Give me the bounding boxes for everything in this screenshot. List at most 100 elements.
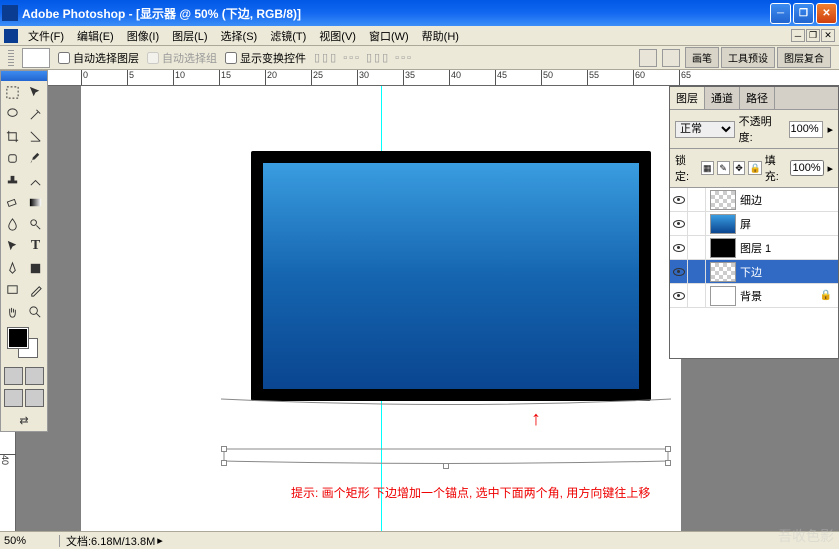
layer-thumb [710, 190, 736, 210]
visibility-toggle[interactable] [670, 284, 688, 307]
opacity-input[interactable] [789, 121, 823, 138]
link-cell[interactable] [688, 212, 706, 235]
eyedropper-tool[interactable] [24, 279, 47, 301]
doc-size[interactable]: 文档:6.18M/13.8M [60, 533, 155, 549]
imageready-button[interactable]: ⇄ [1, 409, 47, 431]
link-cell[interactable] [688, 188, 706, 211]
dodge-tool[interactable] [24, 213, 47, 235]
menu-window[interactable]: 窗口(W) [363, 26, 415, 46]
layer-thumb [710, 286, 736, 306]
move-tool[interactable] [24, 81, 47, 103]
marquee-tool[interactable] [1, 81, 24, 103]
hand-tool[interactable] [1, 301, 24, 323]
opacity-arrow[interactable]: ▸ [827, 123, 833, 136]
doc-close[interactable]: ✕ [821, 29, 835, 42]
toolbox-header[interactable] [1, 71, 47, 81]
brush-tool[interactable] [24, 147, 47, 169]
slice-tool[interactable] [24, 125, 47, 147]
visibility-toggle[interactable] [670, 212, 688, 235]
anchor-bm[interactable] [443, 463, 449, 469]
menu-layer[interactable]: 图层(L) [166, 26, 213, 46]
layer-row[interactable]: 图层 1 [670, 236, 838, 260]
canvas[interactable]: ↑ 提示: 画个矩形 下边增加一个锚点, 选中下面两个角, 用方向键往上移 [81, 86, 681, 531]
arrow-up-icon: ↑ [531, 408, 541, 431]
healing-tool[interactable] [1, 147, 24, 169]
visibility-toggle[interactable] [670, 236, 688, 259]
blend-mode-select[interactable]: 正常 [675, 121, 735, 138]
titlebar: Adobe Photoshop - [显示器 @ 50% (下边, RGB/8)… [0, 0, 839, 26]
zoom-tool[interactable] [24, 301, 47, 323]
link-cell[interactable] [688, 260, 706, 283]
color-swatches[interactable] [3, 325, 45, 363]
wand-tool[interactable] [24, 103, 47, 125]
tool-preset-picker[interactable] [22, 48, 50, 68]
lock-move-icon[interactable]: ✥ [733, 161, 746, 175]
fill-arrow[interactable]: ▸ [827, 162, 833, 175]
layer-row[interactable]: 下边 [670, 260, 838, 284]
stamp-tool[interactable] [1, 169, 24, 191]
maximize-button[interactable]: ❐ [793, 3, 814, 24]
pen-tool[interactable] [1, 257, 24, 279]
tab-layers[interactable]: 图层 [670, 87, 705, 109]
layer-row[interactable]: 背景🔒 [670, 284, 838, 308]
menu-edit[interactable]: 编辑(E) [71, 26, 120, 46]
doc-restore[interactable]: ❐ [806, 29, 820, 42]
blur-tool[interactable] [1, 213, 24, 235]
menu-select[interactable]: 选择(S) [215, 26, 264, 46]
anchor-tl[interactable] [221, 446, 227, 452]
visibility-toggle[interactable] [670, 188, 688, 211]
foreground-color[interactable] [8, 328, 28, 348]
layer-row[interactable]: 屏 [670, 212, 838, 236]
crop-tool[interactable] [1, 125, 24, 147]
path-select-tool[interactable] [1, 235, 24, 257]
tab-paths[interactable]: 路径 [740, 87, 775, 109]
menu-image[interactable]: 图像(I) [121, 26, 165, 46]
rectangle-path[interactable] [221, 446, 671, 466]
ruler-horizontal[interactable]: 05101520253035404550556065 [16, 70, 839, 86]
show-transform-label: 显示变换控件 [240, 50, 306, 66]
palette-well-button[interactable] [662, 49, 680, 67]
tab-tool-presets[interactable]: 工具预设 [721, 47, 775, 68]
auto-select-layer-checkbox[interactable]: 自动选择图层 [58, 50, 139, 66]
lock-all-icon[interactable]: 🔒 [748, 161, 761, 175]
visibility-toggle[interactable] [670, 260, 688, 283]
menu-filter[interactable]: 滤镜(T) [264, 26, 312, 46]
lock-trans-icon[interactable]: ▦ [701, 161, 714, 175]
anchor-tr[interactable] [665, 446, 671, 452]
anchor-bl[interactable] [221, 460, 227, 466]
lasso-tool[interactable] [1, 103, 24, 125]
fill-input[interactable] [790, 160, 824, 176]
quickmask-mode[interactable] [25, 367, 44, 385]
shape-tool[interactable] [24, 257, 47, 279]
window-title: Adobe Photoshop - [显示器 @ 50% (下边, RGB/8)… [22, 5, 770, 22]
link-cell[interactable] [688, 236, 706, 259]
link-cell[interactable] [688, 284, 706, 307]
close-button[interactable]: ✕ [816, 3, 837, 24]
notes-tool[interactable] [1, 279, 24, 301]
history-brush-tool[interactable] [24, 169, 47, 191]
tab-channels[interactable]: 通道 [705, 87, 740, 109]
auto-select-group-checkbox[interactable]: 自动选择组 [147, 50, 217, 66]
tab-brushes[interactable]: 画笔 [685, 47, 719, 68]
layer-thumb [710, 238, 736, 258]
eraser-tool[interactable] [1, 191, 24, 213]
type-tool[interactable]: T [24, 235, 47, 257]
lock-paint-icon[interactable]: ✎ [717, 161, 730, 175]
gradient-tool[interactable] [24, 191, 47, 213]
screen-mode-1[interactable] [4, 389, 23, 407]
menu-help[interactable]: 帮助(H) [416, 26, 465, 46]
doc-size-arrow[interactable]: ▸ [157, 534, 163, 547]
doc-minimize[interactable]: ─ [791, 29, 805, 42]
menu-view[interactable]: 视图(V) [313, 26, 362, 46]
layer-thumb [710, 262, 736, 282]
zoom-level[interactable]: 50% [0, 535, 60, 547]
minimize-button[interactable]: ─ [770, 3, 791, 24]
show-transform-checkbox[interactable]: 显示变换控件 [225, 50, 306, 66]
screen-mode-2[interactable] [25, 389, 44, 407]
goto-bridge-button[interactable] [639, 49, 657, 67]
anchor-br[interactable] [665, 460, 671, 466]
layer-row[interactable]: 细边 [670, 188, 838, 212]
menu-file[interactable]: 文件(F) [22, 26, 70, 46]
standard-mode[interactable] [4, 367, 23, 385]
tab-layer-comps[interactable]: 图层复合 [777, 47, 831, 68]
